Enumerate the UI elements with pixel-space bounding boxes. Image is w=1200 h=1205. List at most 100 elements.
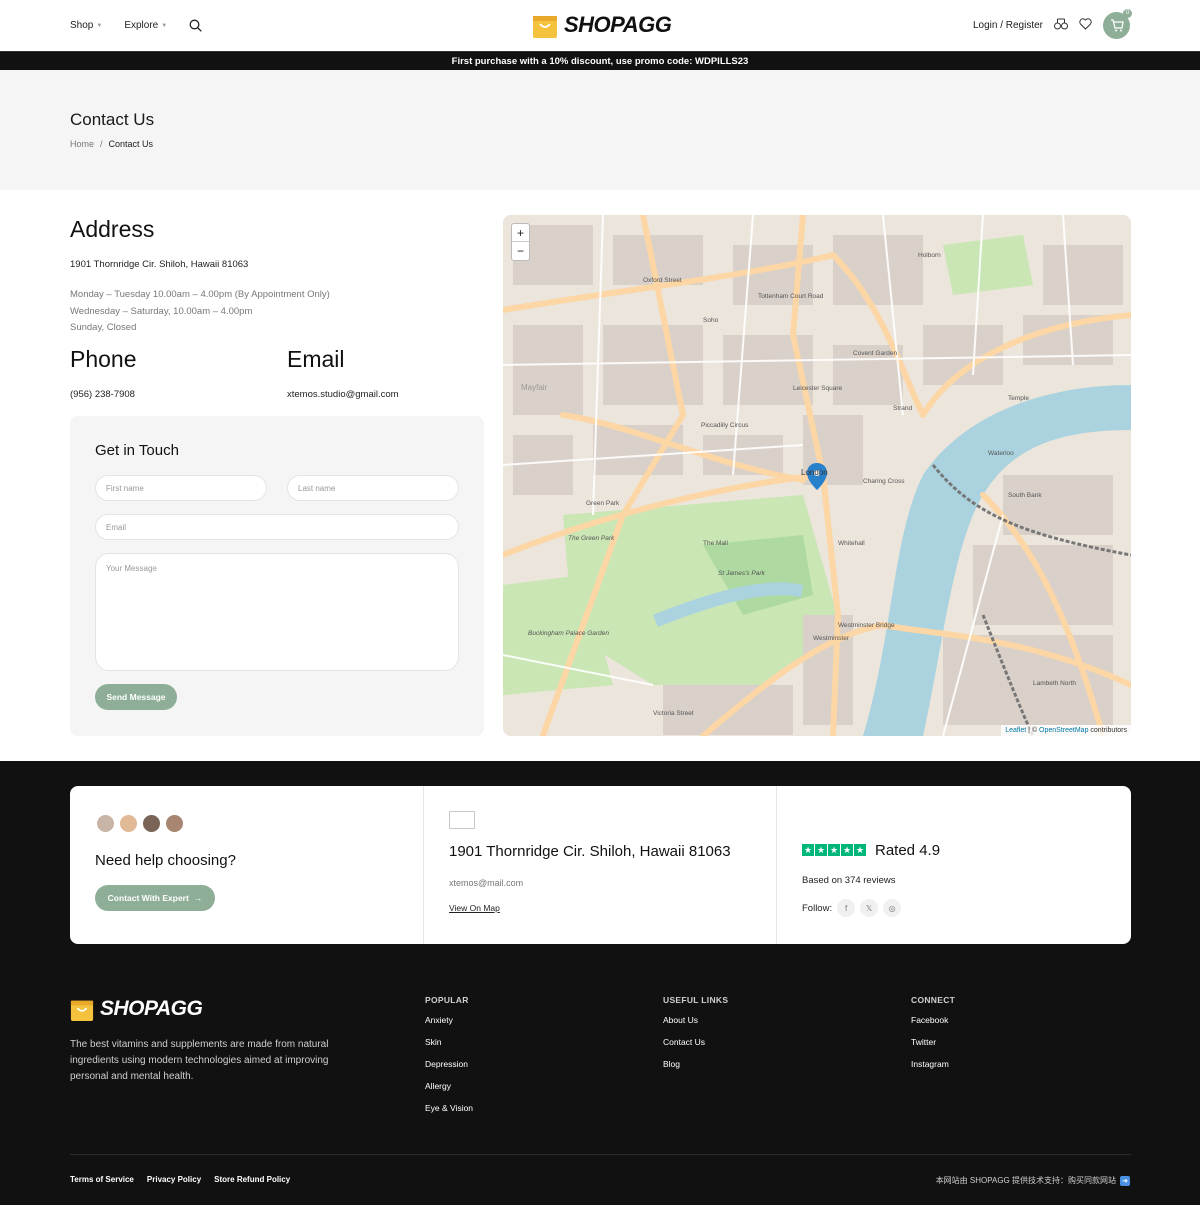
view-on-map-link[interactable]: View On Map: [449, 903, 500, 913]
email-address[interactable]: xtemos.studio@gmail.com: [287, 389, 399, 400]
footer-link[interactable]: Twitter: [911, 1037, 955, 1047]
footer-link[interactable]: Allergy: [425, 1081, 473, 1091]
login-register-link[interactable]: Login / Register: [973, 20, 1043, 31]
instagram-icon[interactable]: ◎: [883, 899, 902, 917]
map-label: Temple: [1008, 395, 1029, 402]
promo-bar: First purchase with a 10% discount, use …: [0, 51, 1200, 70]
footer-col-heading: USEFUL LINKS: [663, 995, 729, 1005]
follow-label: Follow:: [802, 902, 833, 914]
map-label: Holborn: [918, 252, 941, 259]
footer-link[interactable]: Depression: [425, 1059, 473, 1069]
nav-explore[interactable]: Explore ▼: [124, 20, 167, 31]
nav-shop[interactable]: Shop ▼: [70, 20, 102, 31]
hours-line: Monday – Tuesday 10.00am – 4.00pm (By Ap…: [70, 289, 330, 300]
page-title: Contact Us: [70, 110, 155, 129]
zoom-out-button[interactable]: −: [512, 242, 529, 260]
map-label: Westminster Bridge: [838, 622, 895, 629]
star-icon: ★: [802, 844, 814, 856]
avatar: [164, 813, 185, 834]
shopping-bag-logo-icon: [533, 16, 557, 38]
star-icon: ★: [854, 844, 866, 856]
osm-link[interactable]: OpenStreetMap: [1039, 727, 1088, 734]
footer-link[interactable]: Instagram: [911, 1059, 955, 1069]
powered-by-text[interactable]: 本网站由 SHOPAGG 提供技术支持：购买同款网站: [936, 1175, 1116, 1186]
need-help-heading: Need help choosing?: [95, 852, 236, 869]
header-actions: Login / Register 0: [973, 0, 1132, 51]
send-message-button[interactable]: Send Message: [95, 684, 177, 710]
breadcrumb-home[interactable]: Home: [70, 139, 94, 149]
card-email[interactable]: xtemos@mail.com: [449, 878, 523, 888]
opening-hours: Monday – Tuesday 10.00am – 4.00pm (By Ap…: [70, 287, 330, 337]
map-label: Piccadilly Circus: [701, 422, 749, 429]
footer-col-heading: CONNECT: [911, 995, 956, 1005]
privacy-link[interactable]: Privacy Policy: [147, 1175, 201, 1184]
wishlist-heart-icon[interactable]: [1079, 18, 1092, 33]
refund-policy-link[interactable]: Store Refund Policy: [214, 1175, 290, 1184]
map-label: Covent Garden: [853, 350, 897, 357]
map-attribution: Leaflet | © OpenStreetMap contributors: [1001, 725, 1131, 736]
chevron-down-icon: ▼: [161, 22, 168, 29]
contact-form: Get in Touch First name Last name Email …: [70, 416, 484, 736]
nav-explore-label: Explore: [124, 20, 159, 31]
footer-logo[interactable]: SHOPAGG: [70, 996, 203, 1022]
map-label: South Bank: [1008, 492, 1042, 499]
footer-col-popular: POPULAR Anxiety Skin Depression Allergy …: [425, 995, 473, 1125]
map-label: Green Park: [586, 500, 620, 507]
hours-line: Sunday, Closed: [70, 322, 137, 333]
help-card: Need help choosing? Contact With Expert …: [70, 786, 1131, 944]
zoom-in-button[interactable]: +: [512, 224, 529, 242]
footer-link[interactable]: Blog: [663, 1059, 728, 1069]
map-label: Victoria Street: [653, 710, 694, 717]
star-icon: ★: [841, 844, 853, 856]
star-icon: ★: [828, 844, 840, 856]
map-label: Whitehall: [838, 540, 865, 547]
leaflet-link[interactable]: Leaflet: [1005, 727, 1026, 734]
message-textarea[interactable]: Your Message: [95, 553, 459, 671]
arrow-right-icon: ➜: [1120, 1175, 1130, 1186]
map-label: Buckingham Palace Garden: [528, 630, 609, 637]
search-icon[interactable]: [189, 19, 203, 33]
map-label: London: [801, 468, 828, 477]
footer-link[interactable]: Eye & Vision: [425, 1103, 473, 1113]
rating-value: Rated 4.9: [875, 842, 941, 859]
shopping-bag-logo-icon: [70, 1000, 94, 1021]
compare-icon[interactable]: [1054, 18, 1068, 33]
footer-col-useful-links: USEFUL LINKS About Us Contact Us Blog: [663, 995, 728, 1081]
last-name-input[interactable]: Last name: [287, 475, 459, 501]
email-input[interactable]: Email: [95, 514, 459, 540]
card-address: 1901 Thornridge Cir. Shiloh, Hawaii 8106…: [449, 843, 731, 860]
x-twitter-icon[interactable]: 𝕏: [860, 899, 879, 917]
map-label: Waterloo: [988, 450, 1014, 457]
cart-button[interactable]: 0: [1103, 9, 1132, 39]
contact-expert-button[interactable]: Contact With Expert →: [95, 885, 215, 911]
map-label: Oxford Street: [643, 277, 682, 284]
map-label: Mayfair: [521, 383, 548, 392]
map-label: The Green Park: [568, 535, 615, 542]
map-tiles[interactable]: Oxford Street Soho Mayfair Piccadilly Ci…: [503, 215, 1131, 736]
broken-image-placeholder: [449, 811, 475, 829]
breadcrumb: Home / Contact Us: [70, 139, 153, 149]
terms-link[interactable]: Terms of Service: [70, 1175, 134, 1184]
first-name-input[interactable]: First name: [95, 475, 267, 501]
footer-link[interactable]: Contact Us: [663, 1037, 728, 1047]
form-title: Get in Touch: [95, 442, 179, 459]
map-label: Soho: [703, 317, 719, 324]
chevron-down-icon: ▼: [96, 22, 103, 29]
footer-link[interactable]: About Us: [663, 1015, 728, 1025]
powered-by: 本网站由 SHOPAGG 提供技术支持：购买同款网站 ➜: [936, 1175, 1130, 1186]
footer-col-heading: POPULAR: [425, 995, 469, 1005]
phone-number[interactable]: (956) 238-7908: [70, 389, 135, 400]
contact-expert-label: Contact With Expert: [107, 893, 189, 903]
site-logo[interactable]: SHOPAGG: [532, 11, 672, 39]
footer-link[interactable]: Facebook: [911, 1015, 955, 1025]
map-label: Charing Cross: [863, 478, 905, 485]
avatar: [118, 813, 139, 834]
facebook-icon[interactable]: f: [837, 899, 856, 917]
footer-link[interactable]: Anxiety: [425, 1015, 473, 1025]
breadcrumb-separator: /: [100, 139, 103, 149]
avatar: [95, 813, 116, 834]
arrow-right-icon: →: [193, 893, 203, 903]
map[interactable]: Oxford Street Soho Mayfair Piccadilly Ci…: [503, 215, 1131, 736]
footer-link[interactable]: Skin: [425, 1037, 473, 1047]
phone-heading: Phone: [70, 346, 137, 372]
